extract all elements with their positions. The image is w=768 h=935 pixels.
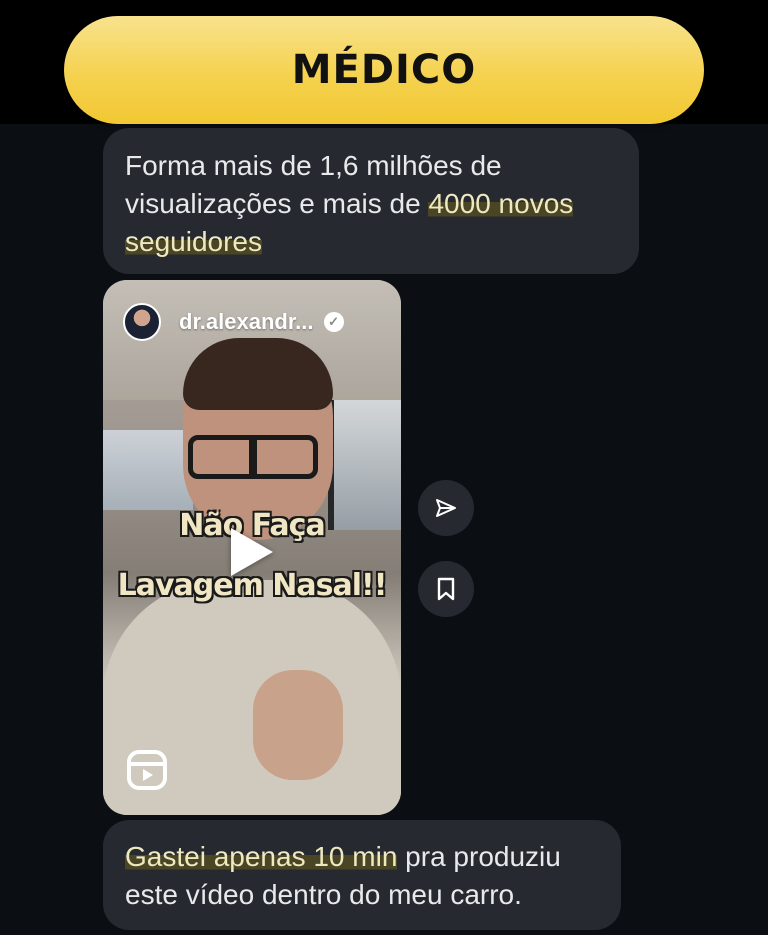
save-button[interactable] <box>418 561 474 617</box>
message-bubble-1[interactable]: Forma mais de 1,6 milhões de visualizaçõ… <box>103 128 639 274</box>
reel-preview[interactable]: dr.alexandr... ✓ Não Faça Lavagem Nasal!… <box>103 280 401 815</box>
message-bubble-2[interactable]: Gastei apenas 10 min pra produziu este v… <box>103 820 621 930</box>
verified-badge-icon: ✓ <box>323 312 344 332</box>
title-banner: MÉDICO <box>64 16 704 124</box>
share-button[interactable] <box>418 480 474 536</box>
paper-plane-icon <box>436 499 456 517</box>
bookmark-icon <box>437 577 455 601</box>
banner-title: MÉDICO <box>291 47 477 93</box>
top-bar: MÉDICO <box>0 0 768 124</box>
reels-icon <box>127 750 167 790</box>
message-highlight: Gastei apenas 10 min <box>125 841 398 872</box>
play-icon[interactable] <box>231 528 273 576</box>
reel-author[interactable]: dr.alexandr... ✓ <box>123 302 344 342</box>
reel-username[interactable]: dr.alexandr... <box>179 309 314 335</box>
avatar[interactable] <box>123 303 161 341</box>
